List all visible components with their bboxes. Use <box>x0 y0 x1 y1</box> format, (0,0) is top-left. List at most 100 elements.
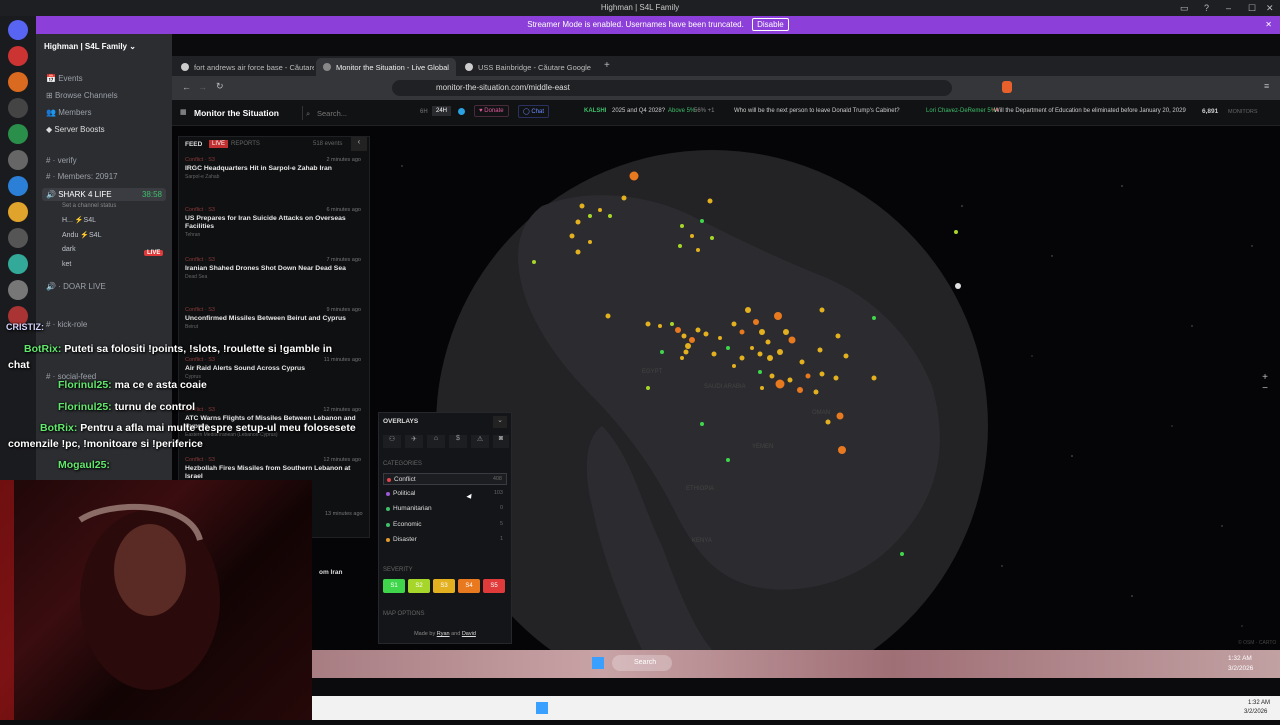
close-button[interactable]: ✕ <box>1266 3 1274 14</box>
dollar-icon[interactable]: $ <box>449 435 467 448</box>
reload-icon[interactable]: ↻ <box>216 81 224 92</box>
zoom-in-icon[interactable] <box>955 283 961 289</box>
category-political[interactable]: Political 103 <box>383 488 507 500</box>
voice-status[interactable]: Set a channel status <box>62 203 116 209</box>
voice-user[interactable]: H... ⚡S4L <box>62 216 96 224</box>
url-input[interactable]: monitor-the-situation.com/middle-east <box>392 80 952 96</box>
camera-icon[interactable]: ◙ <box>493 435 509 448</box>
maximize-button[interactable]: ☐ <box>1248 3 1256 14</box>
server-icon[interactable] <box>8 150 28 170</box>
server-icon[interactable] <box>8 280 28 300</box>
voice-user[interactable]: ket <box>62 261 71 268</box>
voice-channel-2-label: DOAR LIVE <box>63 282 106 291</box>
map-label-yemen: YEMEN <box>752 444 773 450</box>
search-input[interactable]: ⌕ Search... <box>302 106 404 120</box>
lock-icon[interactable]: ⌂ <box>427 435 445 448</box>
feed-item[interactable]: Conflict · S3 7 minutes ago Iranian Shah… <box>185 257 361 280</box>
new-tab-button[interactable]: + <box>604 60 610 71</box>
menu-events[interactable]: 📅 Events <box>46 74 83 83</box>
brave-shield-icon[interactable] <box>1002 81 1012 93</box>
channel-members-count[interactable]: # · Members: 20917 <box>46 172 118 181</box>
channel-kick-role[interactable]: # · kick-role <box>46 320 87 329</box>
feed-item[interactable]: Conflict · S3 2 minutes ago IRGC Headqua… <box>185 157 361 180</box>
tab-google-search[interactable]: fort andrews air force base - Căutare Go… <box>174 58 314 76</box>
discord-home-icon[interactable] <box>8 20 28 40</box>
tab-monitor-situation[interactable]: Monitor the Situation - Live Global <box>316 58 456 76</box>
ticker-text[interactable]: 2025 and Q4 2028? <box>612 108 665 114</box>
search-placeholder: Search... <box>317 109 348 118</box>
feed-item[interactable]: Conflict · S3 9 minutes ago Unconfirmed … <box>185 307 361 330</box>
voice-user[interactable]: dark <box>62 246 76 253</box>
chat-username: Mogaul25: <box>58 459 110 471</box>
help-icon[interactable]: ? <box>1204 3 1209 13</box>
server-icon[interactable] <box>8 72 28 92</box>
menu-icon[interactable]: ≡ <box>1264 81 1269 91</box>
voice-user-name: Andu ⚡S4L <box>62 232 102 239</box>
minimize-button[interactable]: – <box>1226 3 1231 13</box>
feed-item[interactable]: Conflict · S3 6 minutes ago US Prepares … <box>185 207 361 238</box>
reports-tab[interactable]: REPORTS <box>231 141 260 147</box>
app-title: Monitor the Situation <box>194 108 279 118</box>
map-options-toggle[interactable]: MAP OPTIONS <box>383 611 425 617</box>
server-icon[interactable] <box>8 254 28 274</box>
collapse-feed-button[interactable]: ‹ <box>351 137 367 151</box>
feed-item-time: 7 minutes ago <box>326 257 361 263</box>
feed-item-category: Conflict <box>185 157 204 163</box>
severity-s3-button[interactable]: S3 <box>433 579 455 593</box>
ticker-text[interactable]: Who will be the next person to leave Don… <box>734 108 900 114</box>
author-link[interactable]: David <box>462 631 476 637</box>
aircraft-icon[interactable]: ✈ <box>405 435 423 448</box>
severity-s2-button[interactable]: S2 <box>408 579 430 593</box>
voice-user[interactable]: Andu ⚡S4L <box>62 231 101 239</box>
feed-item-time: 2 minutes ago <box>326 157 361 163</box>
author-link[interactable]: Ryan <box>437 631 450 637</box>
feed-tab[interactable]: FEED <box>185 141 202 148</box>
overlay-toggle-row: ⚇ ✈ ⌂ $ ⚠ ◙ <box>383 435 509 449</box>
menu-members[interactable]: 👥 Members <box>46 108 92 117</box>
server-icon[interactable] <box>8 228 28 248</box>
server-icon[interactable] <box>8 124 28 144</box>
range-24h-button[interactable]: 24H <box>432 106 452 116</box>
zoom-out-button[interactable]: − <box>1258 383 1272 394</box>
zoom-in-button[interactable]: + <box>1258 372 1272 383</box>
category-economic[interactable]: Economic 5 <box>383 519 507 531</box>
tab-uss-bainbridge[interactable]: USS Bainbridge - Căutare Google <box>458 58 598 76</box>
collapse-overlays-button[interactable]: ⌄ <box>493 416 507 428</box>
warning-icon[interactable]: ⚠ <box>471 435 489 448</box>
people-icon[interactable]: ⚇ <box>383 435 401 448</box>
telegram-icon[interactable] <box>458 108 465 115</box>
back-icon[interactable]: ← <box>182 82 191 92</box>
range-6h-button[interactable]: 6H <box>420 109 428 115</box>
category-label: Political <box>393 490 416 497</box>
menu-browse-channels[interactable]: ⊞ Browse Channels <box>46 91 118 100</box>
category-humanitarian[interactable]: Humanitarian 0 <box>383 503 507 515</box>
severity-s5-button[interactable]: S5 <box>483 579 505 593</box>
severity-s1-button[interactable]: S1 <box>383 579 405 593</box>
severity-s4-button[interactable]: S4 <box>458 579 480 593</box>
server-icon[interactable] <box>8 202 28 222</box>
live-tab[interactable]: LIVE <box>209 140 229 148</box>
server-header[interactable]: Highman | S4L Family ⌄ <box>36 34 172 60</box>
forward-icon[interactable]: → <box>198 82 207 92</box>
settings-icon[interactable]: ▭ <box>1180 3 1189 14</box>
voice-channel-shark[interactable]: 🔊 SHARK 4 LIFE 38:58 <box>42 188 166 201</box>
voice-channel-doar-live[interactable]: 🔊 · DOAR LIVE <box>46 282 106 291</box>
menu-server-boosts[interactable]: ◆ Server Boosts <box>46 125 105 134</box>
donate-button[interactable]: ♥ Donate <box>474 105 509 117</box>
chat-button[interactable]: ◯ Chat <box>518 105 550 118</box>
close-banner-icon[interactable]: ✕ <box>1265 16 1272 34</box>
taskbar-search[interactable]: Search <box>612 655 672 671</box>
server-icon[interactable] <box>8 46 28 66</box>
windows-start-icon[interactable] <box>536 702 548 714</box>
overlays-title: OVERLAYS <box>383 418 419 425</box>
server-icon[interactable] <box>8 98 28 118</box>
disable-streamer-button[interactable]: Disable <box>752 18 789 31</box>
category-conflict[interactable]: Conflict 408 <box>383 473 507 485</box>
channel-verify[interactable]: # · verify <box>46 156 77 165</box>
category-count: 0 <box>499 505 503 511</box>
voice-user-name: H... ⚡S4L <box>62 217 97 224</box>
server-icon[interactable] <box>8 176 28 196</box>
windows-start-icon[interactable] <box>592 657 604 669</box>
ticker-text[interactable]: Will the Department of Education be elim… <box>994 108 1186 114</box>
category-disaster[interactable]: Disaster 1 <box>383 534 507 546</box>
